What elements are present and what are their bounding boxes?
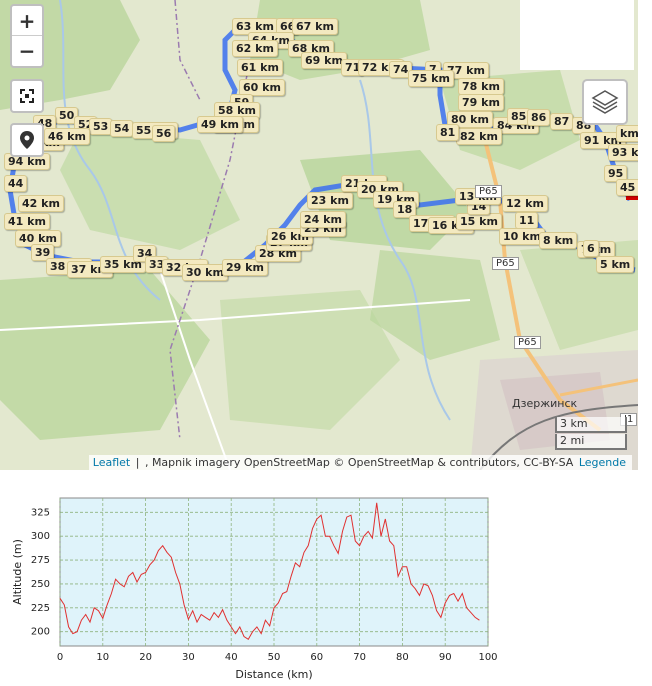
- km-marker[interactable]: 42 km: [18, 195, 64, 212]
- km-marker[interactable]: 45 km: [616, 179, 638, 196]
- y-tick-label: 225: [31, 603, 50, 614]
- km-marker[interactable]: 87: [550, 113, 574, 130]
- km-marker[interactable]: 86: [527, 109, 551, 126]
- km-marker[interactable]: 8 km: [539, 232, 578, 249]
- road-label-p65-1: P65: [492, 257, 519, 270]
- km-marker[interactable]: 67 km: [292, 18, 338, 35]
- fullscreen-button[interactable]: [10, 79, 44, 113]
- x-tick-label: 40: [225, 652, 238, 663]
- km-marker[interactable]: km: [616, 125, 638, 142]
- attribution-sep: |: [132, 456, 143, 469]
- km-marker[interactable]: 93 km: [608, 144, 638, 161]
- leaflet-link[interactable]: Leaflet: [93, 456, 130, 469]
- x-tick-label: 10: [96, 652, 109, 663]
- x-tick-label: 90: [439, 652, 452, 663]
- y-axis-ticks: 200 225 250 275 300 325: [31, 507, 50, 637]
- x-tick-label: 100: [478, 652, 497, 663]
- km-marker[interactable]: 81: [436, 124, 460, 141]
- km-marker[interactable]: 62 km: [232, 40, 278, 57]
- zoom-out-button[interactable]: −: [12, 36, 42, 66]
- km-marker[interactable]: 23 km: [307, 192, 353, 209]
- fullscreen-icon: [20, 89, 34, 103]
- altitude-chart: 0 10 20 30 40 50 60 70 80 90 100 200 225 250 275 300 32…: [11, 497, 498, 681]
- x-tick-label: 60: [310, 652, 323, 663]
- blank-panel: [520, 0, 634, 70]
- x-tick-label: 30: [182, 652, 195, 663]
- y-tick-label: 300: [31, 531, 50, 542]
- km-marker[interactable]: 79 km: [458, 94, 504, 111]
- location-pin-icon: [20, 131, 34, 149]
- y-tick-label: 250: [31, 579, 50, 590]
- km-marker[interactable]: 56: [152, 125, 176, 142]
- km-marker[interactable]: 11: [515, 212, 539, 229]
- km-marker[interactable]: 54: [110, 120, 134, 137]
- km-marker[interactable]: 5 km: [596, 256, 635, 273]
- km-marker[interactable]: 61 km: [237, 59, 283, 76]
- x-tick-label: 70: [353, 652, 366, 663]
- km-marker[interactable]: 15 km: [456, 213, 502, 230]
- attribution-text: , Mapnik imagery OpenStreetMap © OpenStr…: [144, 456, 574, 469]
- x-axis-label: Distance (km): [235, 668, 312, 681]
- layers-icon: [591, 90, 619, 114]
- zoom-control: + −: [10, 4, 44, 68]
- x-tick-label: 50: [268, 652, 281, 663]
- legend-link[interactable]: Legende: [579, 456, 626, 469]
- road-label-p65-2: P65: [514, 336, 541, 349]
- road-label-p65-3: P65: [475, 185, 502, 198]
- x-tick-label: 80: [396, 652, 409, 663]
- x-tick-label: 20: [139, 652, 152, 663]
- locate-button[interactable]: [10, 123, 44, 157]
- y-axis-label: Altitude (m): [11, 539, 24, 605]
- km-marker[interactable]: 24 km: [300, 211, 346, 228]
- x-axis-ticks: 0 10 20 30 40 50 60 70 80 90 100: [57, 652, 498, 663]
- y-tick-label: 325: [31, 507, 50, 518]
- scale-mi: 2 mi: [555, 434, 627, 450]
- km-marker[interactable]: 82 km: [456, 128, 502, 145]
- km-marker[interactable]: 6: [583, 240, 599, 257]
- km-marker[interactable]: 44: [4, 175, 28, 192]
- km-marker[interactable]: 41 km: [4, 213, 50, 230]
- km-marker[interactable]: 12 km: [502, 195, 548, 212]
- km-marker[interactable]: 75 km: [408, 70, 454, 87]
- layers-button[interactable]: [582, 79, 628, 125]
- y-tick-label: 275: [31, 555, 50, 566]
- town-label: Дзержинск: [512, 397, 578, 410]
- scale-km: 3 km: [555, 417, 627, 433]
- km-marker[interactable]: 46 km: [44, 128, 90, 145]
- map[interactable]: 63 km6667 km64 km62 km68 km61 km69 km717…: [0, 0, 638, 470]
- x-tick-label: 0: [57, 652, 63, 663]
- km-marker[interactable]: 53: [89, 118, 113, 135]
- y-tick-label: 200: [31, 627, 50, 638]
- km-marker[interactable]: 49 km: [197, 116, 243, 133]
- km-marker[interactable]: 78 km: [458, 78, 504, 95]
- attribution: Leaflet | , Mapnik imagery OpenStreetMap…: [88, 455, 632, 470]
- zoom-in-button[interactable]: +: [12, 6, 42, 36]
